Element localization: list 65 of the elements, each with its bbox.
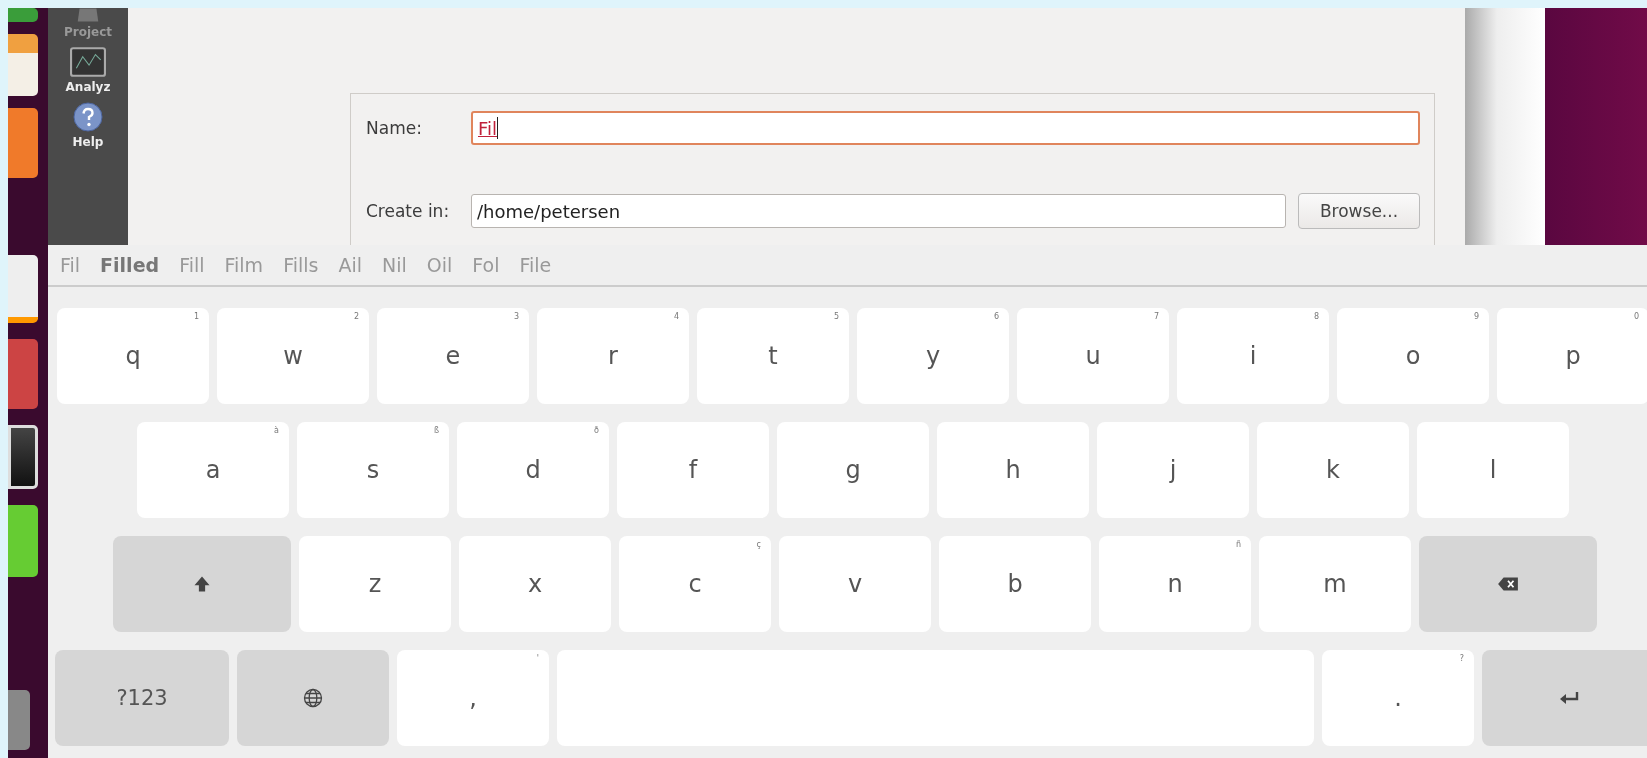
letter-key[interactable]: , ' <box>397 650 549 746</box>
key-hint: ' <box>536 654 539 663</box>
letter-key[interactable]: h <box>937 422 1089 518</box>
letter-key[interactable]: b <box>939 536 1091 632</box>
letter-key[interactable]: z <box>299 536 451 632</box>
key-hint: 7 <box>1153 312 1159 321</box>
key-hint: ? <box>1459 654 1464 663</box>
letter-key[interactable]: r 4 <box>537 308 689 404</box>
letter-key[interactable]: q 1 <box>57 308 209 404</box>
language-key[interactable] <box>237 650 389 746</box>
key-hint: ñ <box>1235 540 1241 549</box>
letter-key[interactable]: a à <box>137 422 289 518</box>
letter-key[interactable]: t 5 <box>697 308 849 404</box>
key-hint: 5 <box>833 312 839 321</box>
letter-key[interactable]: c ç <box>619 536 771 632</box>
letter-key[interactable]: e 3 <box>377 308 529 404</box>
key-hint: 6 <box>993 312 999 321</box>
field-label: Create in: <box>366 201 451 221</box>
browse-button[interactable]: Browse... <box>1298 193 1420 229</box>
letter-key[interactable]: x <box>459 536 611 632</box>
enter-key[interactable] <box>1482 650 1647 746</box>
key-hint: ç <box>756 540 761 549</box>
key-hint: 9 <box>1473 312 1479 321</box>
field-label: Name: <box>366 118 423 138</box>
letter-key[interactable]: p 0 <box>1497 308 1647 404</box>
document-icon[interactable] <box>8 34 38 96</box>
key-hint: à <box>274 426 279 435</box>
location-field[interactable]: /home/petersen <box>471 194 1286 228</box>
oscilloscope-icon[interactable] <box>70 47 106 77</box>
help-icon[interactable] <box>70 102 106 132</box>
letter-key[interactable]: m <box>1259 536 1411 632</box>
key-hint: 1 <box>193 312 199 321</box>
letter-key[interactable]: i 8 <box>1177 308 1329 404</box>
letter-key[interactable]: o 9 <box>1337 308 1489 404</box>
suggestion[interactable]: Filled <box>92 254 168 276</box>
panel-label[interactable]: Analyz <box>65 80 111 94</box>
letter-key[interactable]: d ð <box>457 422 609 518</box>
letter-key[interactable]: n ñ <box>1099 536 1251 632</box>
app-icon[interactable] <box>8 8 38 22</box>
letter-key[interactable]: y 6 <box>857 308 1009 404</box>
letter-key[interactable]: w 2 <box>217 308 369 404</box>
name-field[interactable]: Fil <box>471 111 1420 145</box>
symbols-key[interactable]: ?123 <box>55 650 229 746</box>
letter-key[interactable]: . ? <box>1322 650 1474 746</box>
key-hint: 0 <box>1633 312 1639 321</box>
letter-key[interactable]: l <box>1417 422 1569 518</box>
panel-label[interactable]: Help <box>72 135 104 149</box>
monitor-icon[interactable] <box>8 425 38 489</box>
letter-key[interactable]: v <box>779 536 931 632</box>
letter-key[interactable]: j <box>1097 422 1249 518</box>
letter-key[interactable]: f <box>617 422 769 518</box>
key-hint: 8 <box>1313 312 1319 321</box>
backspace-icon <box>1497 574 1519 594</box>
key-hint: 4 <box>673 312 679 321</box>
letter-key[interactable]: g <box>777 422 929 518</box>
letter-key[interactable]: k <box>1257 422 1409 518</box>
letter-key[interactable]: u 7 <box>1017 308 1169 404</box>
key-hint: 2 <box>353 312 359 321</box>
key-hint: 3 <box>513 312 519 321</box>
letter-key[interactable]: s ß <box>297 422 449 518</box>
globe-icon <box>302 688 324 708</box>
key-hint: ß <box>433 426 439 435</box>
backspace-key[interactable] <box>1419 536 1597 632</box>
shift-key[interactable] <box>113 536 291 632</box>
key-hint: ð <box>594 426 599 435</box>
